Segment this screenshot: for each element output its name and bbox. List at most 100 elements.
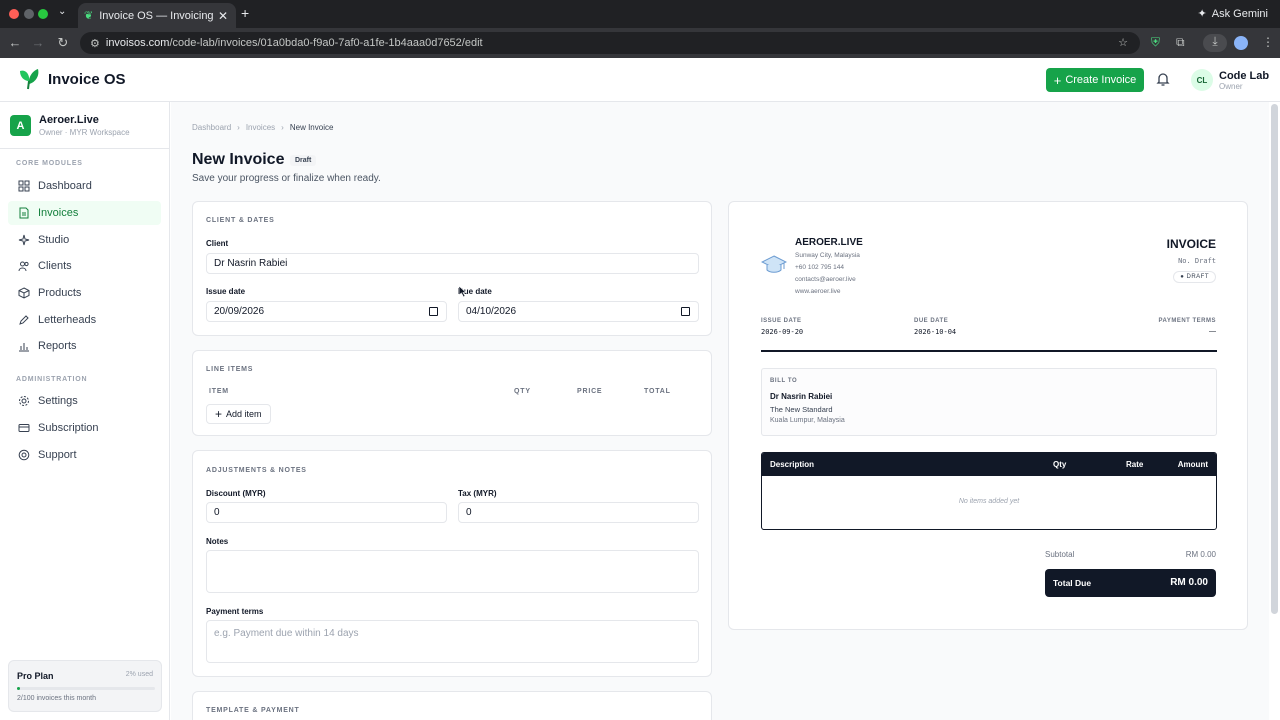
- sidebar-item-label: Products: [38, 287, 82, 299]
- column-header-amount: Amount: [1177, 460, 1208, 469]
- mouse-cursor-icon: [459, 286, 467, 297]
- preview-items-table: Description Qty Rate Amount No items add…: [761, 452, 1217, 530]
- adjustments-notes-card: ADJUSTMENTS & NOTES Discount (MYR) 0 Tax…: [192, 450, 712, 677]
- payment-terms-label: Payment terms: [206, 607, 264, 616]
- empty-items-message: No items added yet: [958, 498, 1020, 505]
- address-bar[interactable]: ⚙ invoisos.com /code-lab/invoices/01a0bd…: [80, 32, 1140, 54]
- sidebar-item-label: Dashboard: [38, 180, 92, 192]
- bell-icon[interactable]: [1156, 72, 1170, 87]
- browser-menu-icon[interactable]: ⋮: [1262, 35, 1274, 49]
- gemini-sparkle-icon: ✦: [1197, 8, 1207, 20]
- issue-date-field[interactable]: 20/09/2026: [206, 301, 447, 322]
- column-header-rate: Rate: [1126, 460, 1144, 469]
- bill-to-name: Dr Nasrin Rabiei: [770, 392, 833, 401]
- workspace-subtitle: Owner · MYR Workspace: [39, 128, 130, 137]
- back-icon[interactable]: ←: [7, 35, 23, 50]
- breadcrumb-dashboard[interactable]: Dashboard: [192, 123, 231, 132]
- payment-terms-heading: PAYMENT TERMS: [1158, 318, 1216, 324]
- box-icon: [18, 287, 30, 299]
- new-tab-button[interactable]: +: [241, 5, 249, 21]
- discount-field[interactable]: 0: [206, 502, 447, 523]
- user-name[interactable]: Code Lab: [1219, 70, 1269, 82]
- sidebar-item-products[interactable]: Products: [8, 281, 161, 305]
- forward-icon[interactable]: →: [30, 35, 46, 50]
- core-modules-heading: CORE MODULES: [16, 160, 83, 167]
- pen-icon: [19, 315, 29, 325]
- column-header-description: Description: [770, 460, 815, 469]
- tax-field[interactable]: 0: [458, 502, 699, 523]
- page-scrollbar[interactable]: [1271, 104, 1278, 614]
- workspace-name: Aeroer.Live: [39, 114, 99, 126]
- sidebar-item-invoices[interactable]: Invoices: [8, 201, 161, 225]
- sidebar-item-support[interactable]: Support: [8, 443, 161, 467]
- app-name: Invoice OS: [48, 70, 126, 88]
- sidebar-item-label: Settings: [38, 395, 78, 407]
- invoice-preview: AEROER.LIVE Sunway City, Malaysia +60 10…: [728, 201, 1248, 630]
- plan-usage-card: Pro Plan 2% used 2/100 invoices this mon…: [8, 660, 162, 712]
- maximize-window-button[interactable]: [38, 9, 48, 19]
- sidebar-item-label: Support: [38, 449, 77, 461]
- column-header-qty: QTY: [514, 388, 531, 395]
- bookmark-star-icon[interactable]: ☆: [1118, 36, 1128, 49]
- plan-used: 2% used: [125, 671, 153, 678]
- tab-list-chevron-icon[interactable]: ⌄: [58, 6, 66, 17]
- company-phone: +60 102 795 144: [795, 264, 844, 271]
- graduation-cap-icon: [761, 255, 787, 273]
- sidebar-item-dashboard[interactable]: Dashboard: [8, 174, 161, 198]
- breadcrumb: Dashboard › Invoices › New Invoice: [192, 123, 333, 132]
- due-date-field[interactable]: 04/10/2026: [458, 301, 699, 322]
- shield-extension-icon[interactable]: ⛨: [1151, 35, 1160, 50]
- site-info-icon[interactable]: ⚙: [90, 37, 100, 50]
- ask-gemini-button[interactable]: ✦ Ask Gemini: [1197, 7, 1268, 21]
- page-subtitle: Save your progress or finalize when read…: [192, 173, 381, 184]
- add-item-button[interactable]: + Add item: [206, 404, 271, 424]
- issue-date-label: Issue date: [206, 287, 246, 296]
- download-icon[interactable]: ⤓: [1203, 34, 1227, 52]
- subtotal-label: Subtotal: [1045, 550, 1075, 559]
- reload-icon[interactable]: ↻: [55, 35, 71, 51]
- close-window-button[interactable]: [9, 9, 19, 19]
- sidebar-item-studio[interactable]: Studio: [8, 228, 161, 252]
- browser-tab[interactable]: ❦ Invoice OS — Invoicing & Bus ✕: [78, 3, 236, 28]
- tab-title: Invoice OS — Invoicing & Bus: [99, 9, 216, 22]
- calendar-icon[interactable]: [681, 307, 690, 316]
- calendar-icon[interactable]: [429, 307, 438, 316]
- discount-label: Discount (MYR): [206, 489, 266, 498]
- sidebar-item-subscription[interactable]: Subscription: [8, 416, 161, 440]
- bill-to-city: Kuala Lumpur, Malaysia: [770, 417, 845, 424]
- url-path: /code-lab/invoices/01a0bda0-f9a0-7af0-a1…: [169, 37, 483, 49]
- sidebar-item-label: Clients: [38, 260, 72, 272]
- issue-date-value: 20/09/2026: [214, 306, 265, 317]
- sidebar-item-reports[interactable]: Reports: [8, 334, 161, 358]
- breadcrumb-current: New Invoice: [289, 123, 334, 132]
- client-dates-card: CLIENT & DATES Client Dr Nasrin Rabiei I…: [192, 201, 712, 336]
- minimize-window-button[interactable]: [24, 9, 34, 19]
- plan-name: Pro Plan: [17, 671, 54, 681]
- user-avatar[interactable]: CL: [1191, 69, 1213, 91]
- brand-logo[interactable]: Invoice OS: [16, 67, 126, 91]
- sidebar-item-letterheads[interactable]: Letterheads: [8, 308, 161, 332]
- extensions-puzzle-icon[interactable]: ⧉: [1176, 35, 1185, 50]
- invoice-number: No. Draft: [1178, 257, 1216, 265]
- leaf-logo-icon: [20, 69, 39, 90]
- tab-favicon-icon: ❦: [84, 10, 94, 22]
- payment-terms-display: —: [1209, 328, 1216, 335]
- breadcrumb-invoices[interactable]: Invoices: [246, 123, 275, 132]
- workspace-switcher[interactable]: A Aeroer.Live Owner · MYR Workspace: [10, 114, 130, 137]
- create-invoice-button[interactable]: + Create Invoice: [1046, 68, 1144, 92]
- notes-textarea[interactable]: [206, 550, 699, 593]
- bill-to-org: The New Standard: [770, 405, 833, 414]
- tab-close-icon[interactable]: ✕: [216, 9, 230, 23]
- subtotal-value: RM 0.00: [1185, 550, 1216, 559]
- template-payment-card: TEMPLATE & PAYMENT: [192, 691, 712, 720]
- sidebar-item-settings[interactable]: Settings: [8, 389, 161, 413]
- workspace-badge: A: [10, 115, 31, 136]
- main-content: Dashboard › Invoices › New Invoice New I…: [171, 102, 1269, 720]
- payment-terms-textarea[interactable]: e.g. Payment due within 14 days: [206, 620, 699, 663]
- issue-date-heading: ISSUE DATE: [761, 318, 802, 324]
- breadcrumb-separator-icon: ›: [281, 123, 284, 132]
- sidebar-item-clients[interactable]: Clients: [8, 254, 161, 278]
- client-field[interactable]: Dr Nasrin Rabiei: [206, 253, 699, 274]
- invoice-doc-title: INVOICE: [1166, 237, 1216, 251]
- profile-avatar-icon[interactable]: [1234, 36, 1248, 50]
